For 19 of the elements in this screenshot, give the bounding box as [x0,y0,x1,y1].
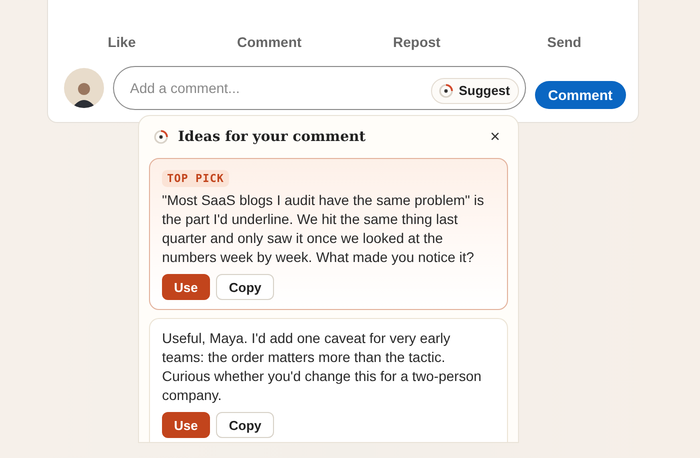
use-button[interactable]: Use [162,412,210,438]
post-action-button[interactable]: Repost [393,34,440,50]
top-pick-badge: TOP PICK [162,170,229,187]
use-button[interactable]: Use [162,274,210,300]
copy-button[interactable]: Copy [216,412,274,438]
comment-input-field[interactable]: Add a comment... Suggest [113,66,526,110]
post-action-button[interactable]: Like [108,34,136,50]
suggestion-text: "Most SaaS blogs I audit have the same problem" is the part I'd underline. We hit the same thing last quarter and only saw it once we looked at the numbers week by week. What made you notice it? [162,191,485,267]
spiral-logo-icon [153,129,169,145]
close-button[interactable]: × [486,127,504,147]
popup-title: Ideas for your comment [178,129,367,145]
spiral-logo-icon [438,82,454,98]
avatar [64,68,104,108]
post-action-button[interactable]: Comment [236,34,302,50]
suggest-button[interactable]: Suggest [430,78,519,104]
copy-button[interactable]: Copy [216,274,274,300]
suggestion-text: Useful, Maya. I'd add one caveat for very early teams: the order matters more than the tactic. Curious whether you'd change this for a two-person company. [162,329,482,405]
comment-submit-button[interactable]: Comment [535,81,626,109]
post-action-button[interactable]: Send [547,34,582,50]
